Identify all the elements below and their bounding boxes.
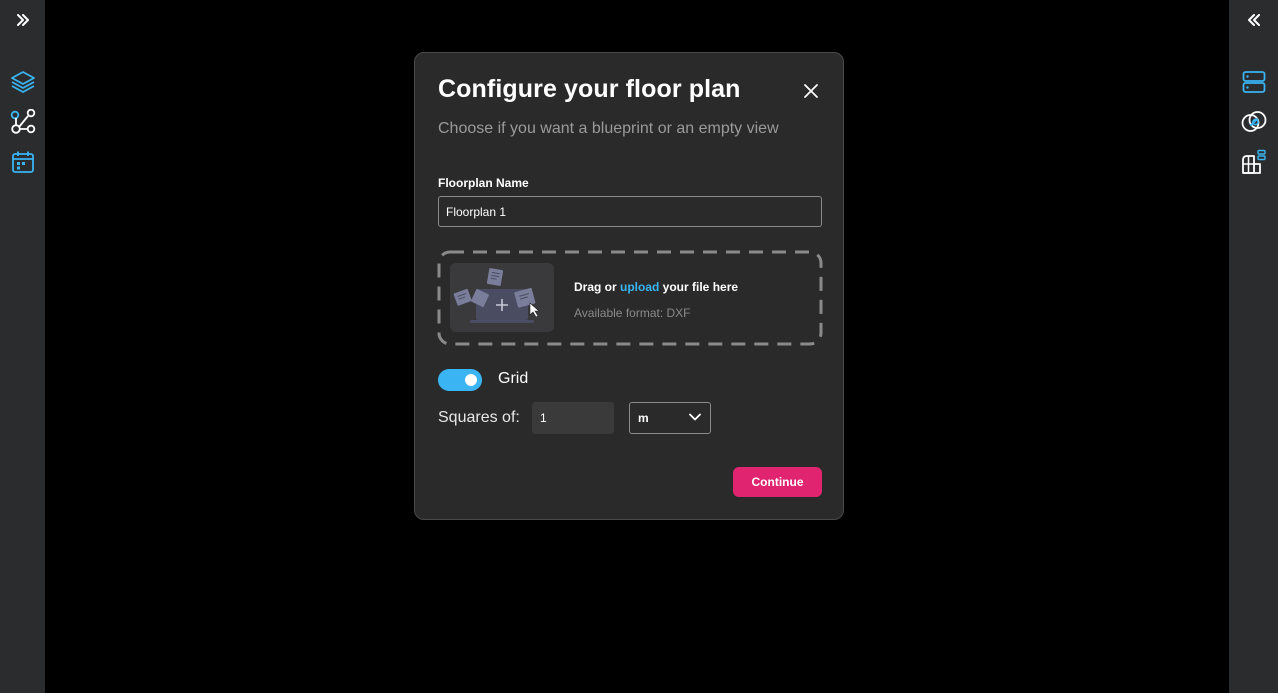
rooms-button[interactable] (1241, 149, 1267, 175)
chevrons-right-icon (16, 14, 29, 26)
graph-nodes-icon (10, 109, 35, 134)
close-icon (804, 84, 818, 98)
expand-sidebar-button[interactable] (10, 7, 36, 33)
floorplan-name-label: Floorplan Name (438, 176, 529, 190)
unit-select-value: m (638, 411, 649, 425)
available-format-text: Available format: DXF (574, 306, 691, 320)
link-circles-icon (1241, 111, 1266, 132)
squares-of-label: Squares of: (438, 409, 520, 426)
links-button[interactable] (1241, 109, 1267, 135)
grid-label: Grid (498, 370, 529, 387)
right-sidebar (1229, 0, 1278, 693)
close-button[interactable] (801, 81, 821, 101)
continue-button[interactable]: Continue (733, 467, 822, 497)
toggle-knob (465, 374, 477, 386)
chevron-down-icon (689, 413, 701, 421)
layers-icon (10, 71, 35, 93)
unit-select[interactable]: m (629, 402, 711, 434)
grid-toggle[interactable] (438, 369, 482, 391)
room-add-icon (1241, 149, 1266, 174)
calendar-icon (11, 151, 34, 173)
layers-button[interactable] (10, 69, 36, 95)
upload-illustration (450, 263, 554, 332)
floorplan-name-input[interactable] (438, 196, 822, 227)
dialog-subtitle: Choose if you want a blueprint or an emp… (438, 120, 779, 137)
dropzone-text-suffix: your file here (659, 280, 739, 294)
file-dropzone[interactable]: Drag or upload your file here Available … (437, 250, 823, 346)
dropzone-instruction: Drag or upload your file here (574, 280, 738, 294)
dialog-title: Configure your floor plan (438, 75, 741, 103)
server-list-icon (1242, 71, 1265, 93)
devices-button[interactable] (1241, 69, 1267, 95)
dropzone-text-prefix: Drag or (574, 280, 621, 294)
connections-button[interactable] (10, 109, 36, 135)
app-root: Configure your floor plan Choose if you … (0, 0, 1278, 693)
left-sidebar (0, 0, 45, 693)
upload-link[interactable]: upload (620, 280, 659, 294)
configure-floorplan-dialog: Configure your floor plan Choose if you … (414, 52, 844, 520)
chevrons-left-icon (1247, 14, 1260, 26)
square-size-input[interactable] (532, 402, 614, 434)
upload-files-icon (453, 268, 540, 323)
calendar-button[interactable] (10, 149, 36, 175)
collapse-sidebar-button[interactable] (1241, 7, 1267, 33)
